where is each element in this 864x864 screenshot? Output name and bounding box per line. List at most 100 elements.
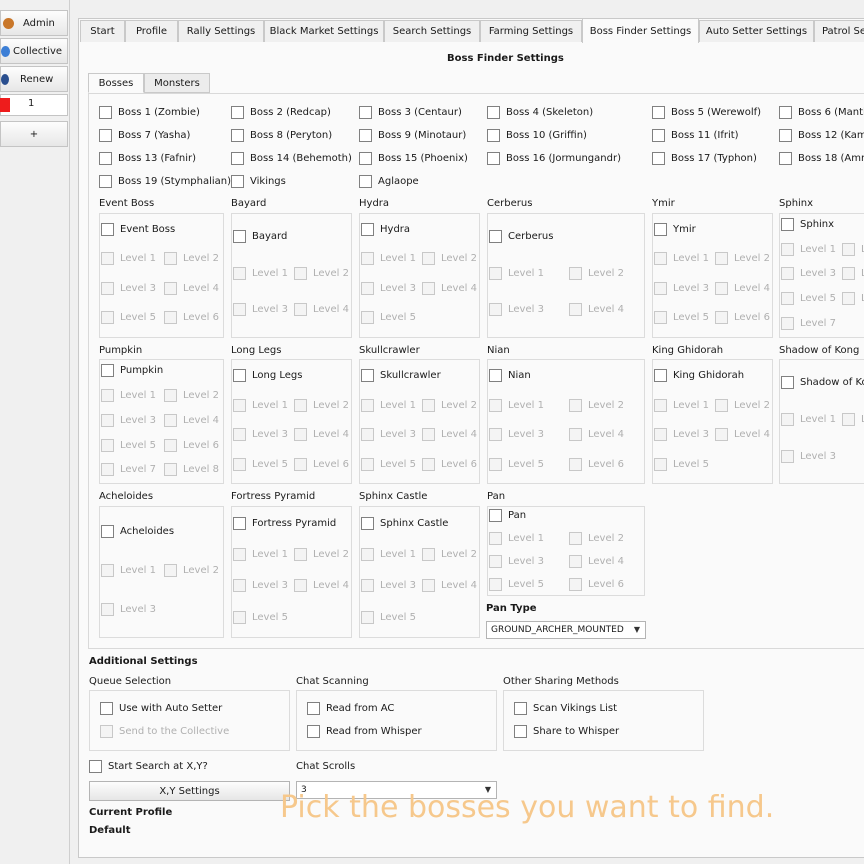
boss-checkbox[interactable]: Boss 12 (Kama [779, 129, 864, 142]
checkbox-box [101, 311, 114, 324]
group-checkbox-pan[interactable]: Pan [489, 509, 526, 522]
level-checkbox: Level 4 [294, 303, 349, 316]
group-checkbox-label: Sphinx Castle [380, 518, 449, 529]
tab-black-market-settings[interactable]: Black Market Settings [264, 20, 384, 42]
level-checkbox: Level 2 [569, 399, 624, 412]
group-checkbox-nian[interactable]: Nian [489, 369, 531, 382]
tab-patrol-se[interactable]: Patrol Se [814, 20, 864, 42]
checkbox-box [359, 175, 372, 188]
checkbox-box [99, 175, 112, 188]
boss-checkbox[interactable]: Boss 8 (Peryton) [231, 129, 332, 142]
checkbox-box [101, 525, 114, 538]
level-checkbox: Level 5 [489, 578, 544, 591]
sidebar: Admin Collective Renew 1 + [0, 0, 70, 864]
group-checkbox-label: King Ghidorah [673, 370, 745, 381]
start-search-xy-checkbox[interactable]: Start Search at X,Y? [89, 760, 208, 773]
boss-checkbox[interactable]: Boss 18 (Amm [779, 152, 864, 165]
boss-checkbox[interactable]: Boss 2 (Redcap) [231, 106, 331, 119]
level-label: Level 7 [120, 464, 156, 475]
boss-checkbox[interactable]: Boss 15 (Phoenix) [359, 152, 468, 165]
tab-start[interactable]: Start [80, 20, 125, 42]
group-checkbox-label: Bayard [252, 231, 288, 242]
read-ac-checkbox[interactable]: Read from AC [307, 702, 394, 715]
boss-checkbox[interactable]: Boss 17 (Typhon) [652, 152, 757, 165]
use-auto-setter-checkbox[interactable]: Use with Auto Setter [100, 702, 222, 715]
xy-settings-button[interactable]: X,Y Settings [89, 781, 290, 801]
level-checkbox: Level 1 [361, 252, 416, 265]
group-checkbox-pumpkin[interactable]: Pumpkin [101, 364, 163, 377]
checkbox-box [781, 292, 794, 305]
tab-rally-settings[interactable]: Rally Settings [178, 20, 264, 42]
tab-profile[interactable]: Profile [125, 20, 178, 42]
collective-button[interactable]: Collective [0, 38, 68, 64]
checkbox-box [101, 364, 114, 377]
checkbox-box [233, 579, 246, 592]
boss-checkbox[interactable]: Vikings [231, 175, 286, 188]
group-checkbox-skullcrawler[interactable]: Skullcrawler [361, 369, 441, 382]
boss-checkbox[interactable]: Boss 16 (Jormungandr) [487, 152, 621, 165]
level-label: Level 1 [252, 400, 288, 411]
subtab-bosses[interactable]: Bosses [88, 73, 144, 93]
pan-type-select[interactable]: GROUND_ARCHER_MOUNTED ▼ [486, 621, 646, 639]
tab-auto-setter-settings[interactable]: Auto Setter Settings [699, 20, 814, 42]
boss-checkbox[interactable]: Boss 9 (Minotaur) [359, 129, 466, 142]
checkbox-box [361, 458, 374, 471]
level-checkbox: L [842, 243, 864, 256]
boss-checkbox[interactable]: Boss 11 (Ifrit) [652, 129, 739, 142]
boss-checkbox[interactable]: Boss 14 (Behemoth) [231, 152, 352, 165]
level-label: Level 3 [508, 429, 544, 440]
group-checkbox-event-boss[interactable]: Event Boss [101, 223, 175, 236]
boss-checkbox[interactable]: Boss 5 (Werewolf) [652, 106, 761, 119]
level-label: Level 8 [183, 464, 219, 475]
level-checkbox: L [842, 413, 864, 426]
admin-button[interactable]: Admin [0, 10, 68, 36]
boss-label: Boss 9 (Minotaur) [378, 130, 467, 141]
level-checkbox: Level 3 [654, 428, 709, 441]
group-checkbox-sphinx[interactable]: Sphinx [781, 218, 834, 231]
boss-checkbox[interactable]: Boss 6 (Mantic [779, 106, 864, 119]
checkbox-box [233, 303, 246, 316]
level-checkbox: Level 3 [361, 282, 416, 295]
group-checkbox-bayard[interactable]: Bayard [233, 230, 287, 243]
group-checkbox-label: Cerberus [508, 231, 554, 242]
boss-checkbox[interactable]: Boss 4 (Skeleton) [487, 106, 593, 119]
group-checkbox-shadow-of-kong[interactable]: Shadow of Ko [781, 376, 864, 389]
level-label: Level 1 [380, 549, 416, 560]
checkbox-box [489, 509, 502, 522]
level-label: Level 1 [800, 414, 836, 425]
tab-farming-settings[interactable]: Farming Settings [480, 20, 582, 42]
boss-checkbox[interactable]: Boss 19 (Stymphalian) [99, 175, 231, 188]
group-title-skullcrawler: Skullcrawler [359, 345, 420, 356]
checkbox-box [99, 106, 112, 119]
scan-vikings-checkbox[interactable]: Scan Vikings List [514, 702, 617, 715]
chat-scrolls-label: Chat Scrolls [296, 761, 356, 772]
tab-boss-finder-settings[interactable]: Boss Finder Settings [582, 18, 699, 43]
boss-checkbox[interactable]: Boss 7 (Yasha) [99, 129, 190, 142]
account-slot-color [0, 98, 10, 112]
checkbox-box [489, 267, 502, 280]
add-account-button[interactable]: + [0, 121, 68, 147]
group-checkbox-sphinx-castle[interactable]: Sphinx Castle [361, 517, 448, 530]
level-label: Level 5 [508, 579, 544, 590]
boss-checkbox[interactable]: Aglaope [359, 175, 419, 188]
group-checkbox-long-legs[interactable]: Long Legs [233, 369, 302, 382]
group-checkbox-king-ghidorah[interactable]: King Ghidorah [654, 369, 744, 382]
level-label: Level 2 [183, 565, 219, 576]
group-checkbox-ymir[interactable]: Ymir [654, 223, 696, 236]
group-checkbox-cerberus[interactable]: Cerberus [489, 230, 553, 243]
level-label: Level 3 [120, 283, 156, 294]
share-whisper-checkbox[interactable]: Share to Whisper [514, 725, 619, 738]
group-checkbox-hydra[interactable]: Hydra [361, 223, 410, 236]
group-checkbox-fortress-pyramid[interactable]: Fortress Pyramid [233, 517, 336, 530]
level-checkbox: Level 2 [294, 399, 349, 412]
group-checkbox-acheloides[interactable]: Acheloides [101, 525, 174, 538]
renew-button[interactable]: Renew [0, 66, 68, 92]
checkbox-box [652, 152, 665, 165]
read-whisper-checkbox[interactable]: Read from Whisper [307, 725, 422, 738]
boss-checkbox[interactable]: Boss 3 (Centaur) [359, 106, 462, 119]
boss-checkbox[interactable]: Boss 13 (Fafnir) [99, 152, 196, 165]
subtab-monsters[interactable]: Monsters [144, 73, 210, 93]
boss-checkbox[interactable]: Boss 10 (Griffin) [487, 129, 587, 142]
boss-checkbox[interactable]: Boss 1 (Zombie) [99, 106, 200, 119]
tab-search-settings[interactable]: Search Settings [384, 20, 480, 42]
